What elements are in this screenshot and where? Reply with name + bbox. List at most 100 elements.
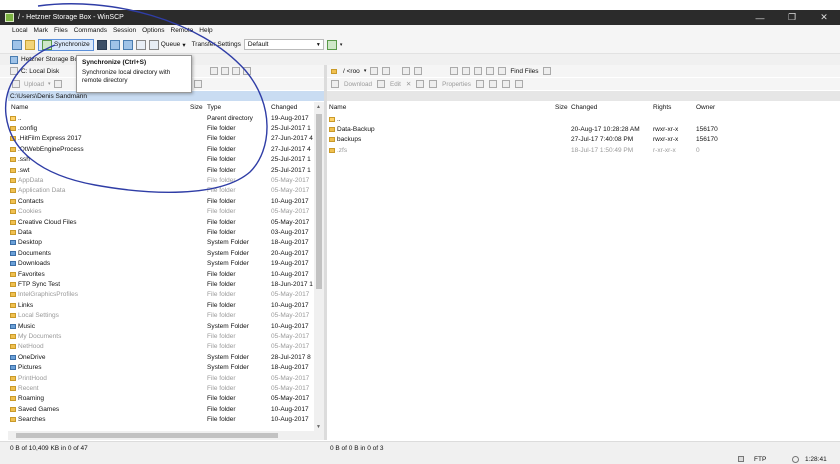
table-row[interactable]: Links File folder 10-Aug-2017 <box>8 300 314 310</box>
menu-session[interactable]: Session <box>113 27 136 34</box>
table-row[interactable]: Searches File folder 10-Aug-2017 <box>8 415 314 425</box>
session-tab[interactable]: Hetzner Storage Bo... <box>21 56 84 63</box>
col-header-rights[interactable]: Rights <box>653 102 693 112</box>
properties-button[interactable]: Properties <box>442 81 471 88</box>
open-folder-icon[interactable] <box>370 67 379 75</box>
keep-up-to-date-icon[interactable] <box>122 39 133 50</box>
col-header-owner[interactable]: Owner <box>696 102 736 112</box>
table-row[interactable]: IntelGraphicsProfiles File folder 05-May-2… <box>8 290 314 300</box>
preferences-gear-icon[interactable] <box>135 39 146 50</box>
terminal-icon[interactable] <box>96 39 107 50</box>
rename-icon[interactable] <box>416 80 425 88</box>
queue-button[interactable]: Queue ▾ <box>148 39 186 50</box>
scroll-thumb[interactable] <box>16 433 278 438</box>
bookmark-icon[interactable] <box>542 67 551 75</box>
table-row[interactable]: .config File folder 25-Jul-2017 1 <box>8 123 314 133</box>
table-row[interactable]: Music System Folder 10-Aug-2017 <box>8 321 314 331</box>
parent-dir-icon[interactable] <box>450 67 459 75</box>
putty-icon[interactable] <box>109 39 120 50</box>
table-row[interactable]: Data File folder 03-Aug-2017 <box>8 227 314 237</box>
home-icon[interactable] <box>474 67 483 75</box>
forward-icon[interactable] <box>221 67 230 75</box>
menu-commands[interactable]: Commands <box>74 27 107 34</box>
menu-mark[interactable]: Mark <box>34 27 48 34</box>
table-row[interactable]: Pictures System Folder 18-Aug-2017 <box>8 363 314 373</box>
edit-icon[interactable] <box>54 80 63 88</box>
table-row[interactable]: .zfs 18-Jul-17 1:50:49 PM r-xr-xr-x 0 <box>327 145 840 155</box>
table-row[interactable]: .swt File folder 25-Jul-2017 1 <box>8 165 314 175</box>
upload-button[interactable]: Upload <box>24 81 44 88</box>
col-header-changed[interactable]: Changed <box>571 102 611 112</box>
local-horizontal-scrollbar[interactable] <box>8 431 314 440</box>
menu-local[interactable]: Local <box>12 27 28 34</box>
table-row[interactable]: Cookies File folder 05-May-2017 <box>8 207 314 217</box>
chevron-down-icon[interactable]: ▾ <box>340 42 343 48</box>
table-row[interactable]: Desktop System Folder 18-Aug-2017 <box>8 238 314 248</box>
table-row[interactable]: Creative Cloud Files File folder 05-May-20… <box>8 217 314 227</box>
menu-remote[interactable]: Remote <box>171 27 194 34</box>
synchronize-button[interactable]: Synchronize <box>38 38 94 51</box>
table-row[interactable]: Data-Backup 20-Aug-17 10:28:28 AM rwxr-xr-… <box>327 124 840 134</box>
scroll-down-arrow[interactable]: ▼ <box>316 424 321 430</box>
table-row[interactable]: AppData File folder 05-May-2017 <box>8 175 314 185</box>
transfer-preset-icon[interactable] <box>326 39 337 50</box>
table-row[interactable]: Contacts File folder 10-Aug-2017 <box>8 196 314 206</box>
plus-icon[interactable] <box>488 80 497 88</box>
minimize-button[interactable]: — <box>744 10 776 25</box>
refresh-icon[interactable] <box>486 67 495 75</box>
close-button[interactable]: ✕ <box>808 10 840 25</box>
col-header-type[interactable]: Type <box>207 102 247 112</box>
edit-button[interactable]: Edit <box>390 81 401 88</box>
table-row[interactable]: FTP Sync Test File folder 18-Jun-2017 1 <box>8 279 314 289</box>
table-row[interactable]: My Documents File folder 05-May-2017 <box>8 331 314 341</box>
scroll-thumb[interactable] <box>316 114 322 289</box>
minus-icon[interactable] <box>501 80 510 88</box>
table-row[interactable]: OneDrive System Folder 28-Jul-2017 8 <box>8 352 314 362</box>
table-row[interactable]: Roaming File folder 05-May-2017 <box>8 394 314 404</box>
maximize-button[interactable]: ❐ <box>776 10 808 25</box>
table-row[interactable]: .. Parent directory 19-Aug-2017 <box>8 113 314 123</box>
table-row[interactable]: .QtWebEngineProcess File folder 27-Jul-201… <box>8 144 314 154</box>
chevron-down-icon[interactable]: ▾ <box>364 68 367 74</box>
scroll-up-arrow[interactable]: ▲ <box>316 104 321 110</box>
table-row[interactable]: PrintHood File folder 05-May-2017 <box>8 373 314 383</box>
transfer-settings-select[interactable]: Default ▼ <box>243 39 324 50</box>
delete-icon[interactable]: ✕ <box>406 81 411 88</box>
forward-icon[interactable] <box>414 67 423 75</box>
table-row[interactable]: Saved Games File folder 10-Aug-2017 <box>8 404 314 414</box>
menu-help[interactable]: Help <box>199 27 212 34</box>
table-row[interactable]: Documents System Folder 20-Aug-2017 <box>8 248 314 258</box>
table-row[interactable]: Local Settings File folder 05-May-2017 <box>8 311 314 321</box>
new-folder-icon[interactable] <box>475 80 484 88</box>
back-icon[interactable] <box>402 67 411 75</box>
filter-icon[interactable] <box>382 67 391 75</box>
download-button[interactable]: Download <box>344 81 372 88</box>
compare-directories-icon[interactable] <box>12 39 22 50</box>
col-header-changed[interactable]: Changed <box>271 102 311 112</box>
invert-icon[interactable] <box>514 80 523 88</box>
table-row[interactable]: .. <box>327 114 840 124</box>
local-drive-select[interactable]: C: Local Disk <box>21 68 59 75</box>
table-row[interactable]: Favorites File folder 10-Aug-2017 <box>8 269 314 279</box>
table-row[interactable]: .HitFilm Express 2017 File folder 27-Jun-2… <box>8 134 314 144</box>
col-header-name[interactable]: Name <box>11 102 71 112</box>
menu-files[interactable]: Files <box>54 27 68 34</box>
table-row[interactable]: Application Data File folder 05-May-2017 <box>8 186 314 196</box>
root-dir-icon[interactable] <box>462 67 471 75</box>
table-row[interactable]: .ssh File folder 25-Jul-2017 1 <box>8 155 314 165</box>
invert-icon[interactable] <box>194 80 203 88</box>
table-row[interactable]: Recent File folder 05-May-2017 <box>8 383 314 393</box>
refresh-icon[interactable] <box>243 67 252 75</box>
home-icon[interactable] <box>232 67 241 75</box>
table-row[interactable]: NetHood File folder 05-May-2017 <box>8 342 314 352</box>
menu-options[interactable]: Options <box>142 27 164 34</box>
local-file-list[interactable]: Name Size Type Changed .. Parent director… <box>8 102 314 431</box>
find-files-button[interactable]: Find Files <box>510 68 538 75</box>
explore-icon[interactable] <box>25 39 35 50</box>
col-header-name[interactable]: Name <box>329 102 389 112</box>
table-row[interactable]: backups 27-Jul-17 7:40:08 PM rwxr-xr-x 1561… <box>327 135 840 145</box>
remote-path-select[interactable]: / <roo <box>343 68 360 75</box>
find-files-icon[interactable] <box>498 67 507 75</box>
local-vertical-scrollbar[interactable]: ▲ ▼ <box>314 102 324 440</box>
table-row[interactable]: Downloads System Folder 19-Aug-2017 <box>8 259 314 269</box>
